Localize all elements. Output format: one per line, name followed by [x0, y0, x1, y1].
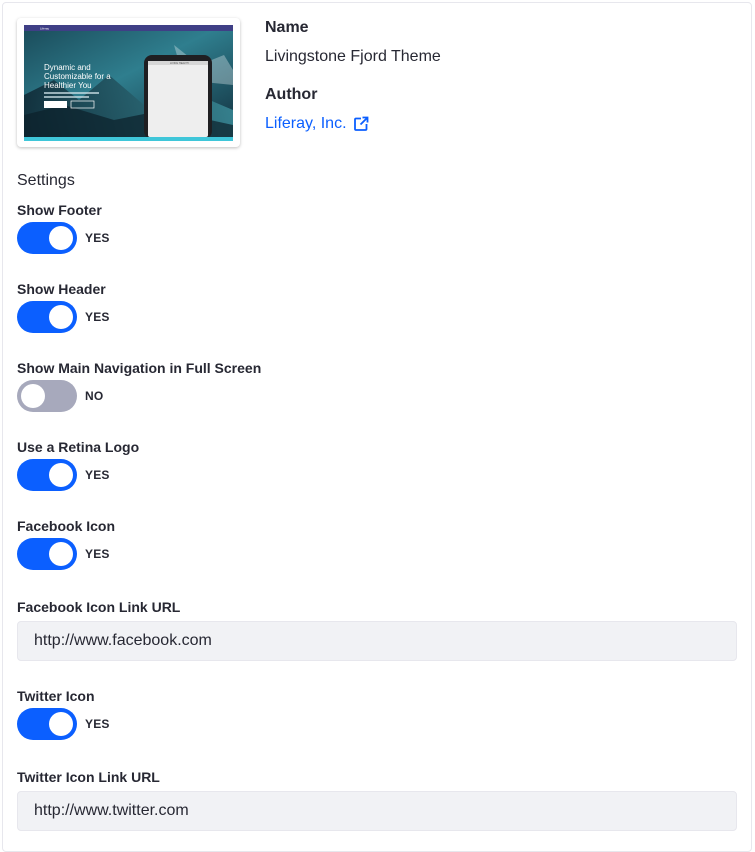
- show-header-state: YES: [85, 310, 110, 324]
- facebook-icon-label: Facebook Icon: [17, 518, 116, 534]
- preview-headline-1: Dynamic and: [44, 63, 91, 72]
- toggle-knob: [49, 542, 73, 566]
- show-footer-state: YES: [85, 231, 110, 245]
- toggle-knob: [49, 305, 73, 329]
- twitter-icon-state: YES: [85, 717, 110, 731]
- theme-thumbnail-card: Liferay Dynamic and Customizable for a H…: [17, 18, 240, 147]
- retina-logo-toggle[interactable]: [17, 459, 77, 491]
- show-main-navigation-label: Show Main Navigation in Full Screen: [17, 360, 262, 376]
- preview-brand: Liferay: [40, 27, 50, 31]
- author-label: Author: [265, 86, 318, 103]
- retina-logo-state: YES: [85, 468, 110, 482]
- twitter-url-label: Twitter Icon Link URL: [17, 769, 160, 785]
- preview-headline-2: Customizable for a: [44, 72, 111, 81]
- toggle-knob: [21, 384, 45, 408]
- toggle-knob: [49, 226, 73, 250]
- external-link-icon: [353, 116, 368, 131]
- settings-title: Settings: [17, 172, 75, 189]
- twitter-icon-toggle[interactable]: [17, 708, 77, 740]
- toggle-knob: [49, 463, 73, 487]
- twitter-icon-label: Twitter Icon: [17, 688, 95, 704]
- facebook-url-input[interactable]: [17, 621, 737, 661]
- show-header-label: Show Header: [17, 281, 106, 297]
- twitter-url-input[interactable]: [17, 791, 737, 831]
- facebook-icon-state: YES: [85, 547, 110, 561]
- preview-phone-header: LIVING HEALTH: [170, 62, 189, 65]
- show-main-navigation-state: NO: [85, 389, 104, 403]
- preview-headline-3: Healthier You: [44, 81, 92, 90]
- show-footer-label: Show Footer: [17, 202, 102, 218]
- show-header-toggle[interactable]: [17, 301, 77, 333]
- show-footer-toggle[interactable]: [17, 222, 77, 254]
- name-label: Name: [265, 19, 309, 36]
- facebook-url-label: Facebook Icon Link URL: [17, 599, 181, 615]
- toggle-knob: [49, 712, 73, 736]
- facebook-icon-toggle[interactable]: [17, 538, 77, 570]
- author-link[interactable]: Liferay, Inc.: [265, 115, 369, 133]
- retina-logo-label: Use a Retina Logo: [17, 439, 140, 455]
- theme-preview-image: Liferay Dynamic and Customizable for a H…: [24, 25, 233, 141]
- author-name: Liferay, Inc.: [265, 115, 347, 132]
- theme-name: Livingstone Fjord Theme: [265, 48, 441, 65]
- author-row: Liferay, Inc.: [265, 115, 369, 133]
- show-main-navigation-toggle[interactable]: [17, 380, 77, 412]
